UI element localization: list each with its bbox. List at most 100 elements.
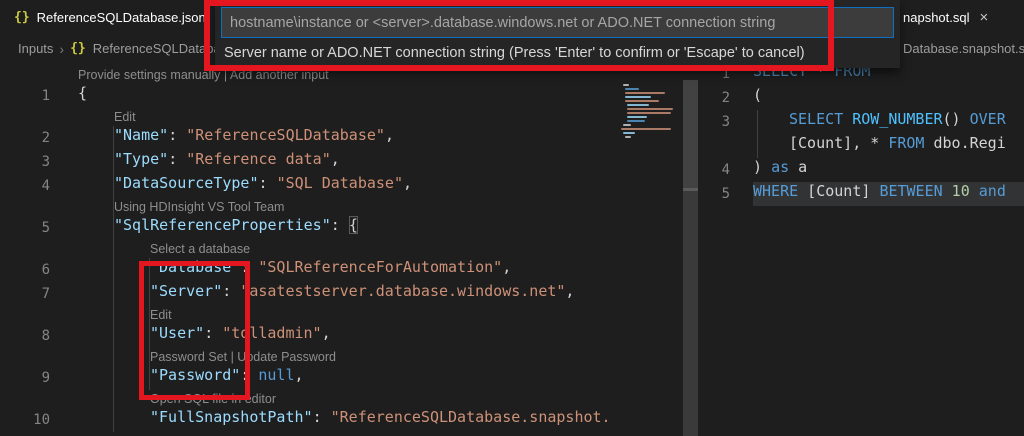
minimap-line bbox=[625, 88, 639, 90]
code-token: dbo.Regi bbox=[924, 134, 1005, 152]
code-token: , bbox=[385, 126, 394, 144]
code-token: "tolladmin" bbox=[222, 324, 321, 342]
indent-guide bbox=[113, 126, 114, 432]
minimap-line bbox=[625, 92, 665, 94]
code-token: : bbox=[240, 366, 258, 384]
codelens-row[interactable]: Provide settings manually | Add another … bbox=[0, 66, 700, 84]
minimap-line bbox=[621, 128, 671, 130]
codelens-link[interactable]: Using HDInsight VS Tool Team bbox=[114, 200, 284, 214]
codelens-row[interactable]: Edit bbox=[0, 108, 700, 126]
minimap-line bbox=[623, 84, 629, 86]
line-number: 4 bbox=[700, 158, 730, 182]
codelens-link[interactable]: Edit bbox=[150, 308, 172, 322]
scrollbar[interactable] bbox=[683, 80, 698, 436]
codelens-link[interactable]: Open SQL file in editor bbox=[150, 392, 276, 406]
codelens-link[interactable]: Edit bbox=[114, 110, 136, 124]
line-number: 5 bbox=[0, 216, 50, 240]
code-token: BETWEEN bbox=[879, 182, 942, 200]
minimap-line bbox=[627, 108, 673, 110]
code-token: "Type" bbox=[114, 150, 168, 168]
code-line[interactable]: 6"Database": "SQLReferenceForAutomation"… bbox=[0, 258, 700, 282]
line-number: 3 bbox=[0, 150, 50, 174]
code-line[interactable]: 3SELECT ROW_NUMBER() OVER bbox=[700, 110, 1024, 134]
close-icon[interactable]: × bbox=[980, 10, 989, 25]
codelens-link[interactable]: Password Set | Update Password bbox=[150, 350, 336, 364]
line-number bbox=[0, 240, 50, 258]
line-number bbox=[0, 348, 50, 366]
code-token: [Count], * bbox=[789, 134, 888, 152]
line-number: 8 bbox=[0, 324, 50, 348]
json-editor[interactable]: Provide settings manually | Add another … bbox=[0, 66, 700, 432]
codelens-link[interactable]: Select a database bbox=[150, 242, 250, 256]
breadcrumb-item-inputs[interactable]: Inputs bbox=[18, 41, 53, 56]
minimap-line bbox=[625, 100, 659, 102]
code-line[interactable]: 5WHERE [Count] BETWEEN 10 and bbox=[700, 182, 1024, 206]
line-number bbox=[0, 198, 50, 216]
minimap-line bbox=[625, 96, 651, 98]
code-line[interactable]: 2( bbox=[700, 86, 1024, 110]
code-token: 10 bbox=[943, 182, 979, 200]
code-line[interactable]: 1{ bbox=[0, 84, 700, 108]
code-token: "User" bbox=[150, 324, 204, 342]
code-token: WHERE bbox=[753, 182, 798, 200]
line-number bbox=[0, 306, 50, 324]
line-number bbox=[700, 134, 730, 158]
server-name-input[interactable] bbox=[221, 7, 894, 38]
sql-editor[interactable]: 1SELECT * FROM2(3SELECT ROW_NUMBER() OVE… bbox=[700, 62, 1024, 206]
code-line[interactable]: 4) as a bbox=[700, 158, 1024, 182]
code-line[interactable]: 10"FullSnapshotPath": "ReferenceSQLDatab… bbox=[0, 408, 700, 432]
code-line[interactable]: 5"SqlReferenceProperties": { bbox=[0, 216, 700, 240]
code-token: : bbox=[168, 150, 186, 168]
code-token: "FullSnapshotPath" bbox=[150, 408, 313, 426]
code-token: : bbox=[331, 216, 349, 234]
line-number: 7 bbox=[0, 282, 50, 306]
codelens-row[interactable]: Open SQL file in editor bbox=[0, 390, 700, 408]
code-token: ) bbox=[753, 158, 771, 176]
breadcrumb-item-snapshot: Database.snapshot.s bbox=[903, 41, 1024, 56]
code-token: , bbox=[295, 366, 304, 384]
tab-snapshot-sql[interactable]: napshot.sql × bbox=[890, 0, 1024, 35]
minimap-line bbox=[627, 104, 649, 106]
codelens-link[interactable]: Provide settings manually | Add another … bbox=[78, 68, 329, 82]
minimap-line bbox=[625, 136, 631, 138]
indent-guide bbox=[149, 258, 150, 390]
code-token: ROW_NUMBER bbox=[852, 110, 942, 128]
line-number bbox=[0, 108, 50, 126]
code-token: a bbox=[789, 158, 807, 176]
code-token: : bbox=[313, 408, 331, 426]
code-token: SELECT bbox=[789, 110, 843, 128]
code-line[interactable]: 8"User": "tolladmin", bbox=[0, 324, 700, 348]
code-token: : bbox=[222, 282, 240, 300]
codelens-row[interactable]: Using HDInsight VS Tool Team bbox=[0, 198, 700, 216]
code-token: "Server" bbox=[150, 282, 222, 300]
tab-reference-sql-database-json[interactable]: {} ReferenceSQLDatabase.json bbox=[0, 0, 216, 35]
code-line[interactable]: [Count], * FROM dbo.Regi bbox=[700, 134, 1024, 158]
code-token: "Database" bbox=[150, 258, 240, 276]
json-file-icon: {} bbox=[14, 10, 30, 25]
code-line[interactable]: 9"Password": null, bbox=[0, 366, 700, 390]
code-token: null bbox=[258, 366, 294, 384]
code-token: "DataSourceType" bbox=[114, 174, 259, 192]
code-line[interactable]: 2"Name": "ReferenceSQLDatabase", bbox=[0, 126, 700, 150]
code-token: "Password" bbox=[150, 366, 240, 384]
line-number: 3 bbox=[700, 110, 730, 134]
line-number bbox=[0, 390, 50, 408]
code-token: OVER bbox=[970, 110, 1006, 128]
code-token: as bbox=[771, 158, 789, 176]
codelens-row[interactable]: Edit bbox=[0, 306, 700, 324]
scrollbar-notch bbox=[683, 188, 698, 191]
line-number: 2 bbox=[0, 126, 50, 150]
minimap-line bbox=[627, 120, 645, 122]
scrollbar-thumb[interactable] bbox=[683, 80, 698, 190]
minimap[interactable] bbox=[621, 84, 679, 146]
code-line[interactable]: 3"Type": "Reference data", bbox=[0, 150, 700, 174]
codelens-row[interactable]: Password Set | Update Password bbox=[0, 348, 700, 366]
minimap-line bbox=[623, 124, 631, 126]
code-line[interactable]: 4"DataSourceType": "SQL Database", bbox=[0, 174, 700, 198]
codelens-row[interactable]: Select a database bbox=[0, 240, 700, 258]
code-line[interactable]: 7"Server": "asatestserver.database.windo… bbox=[0, 282, 700, 306]
code-token bbox=[843, 110, 852, 128]
code-token: "ReferenceSQLDatabase" bbox=[186, 126, 385, 144]
code-token: ( bbox=[753, 86, 762, 104]
breadcrumb-right[interactable]: Database.snapshot.s bbox=[903, 35, 1024, 62]
